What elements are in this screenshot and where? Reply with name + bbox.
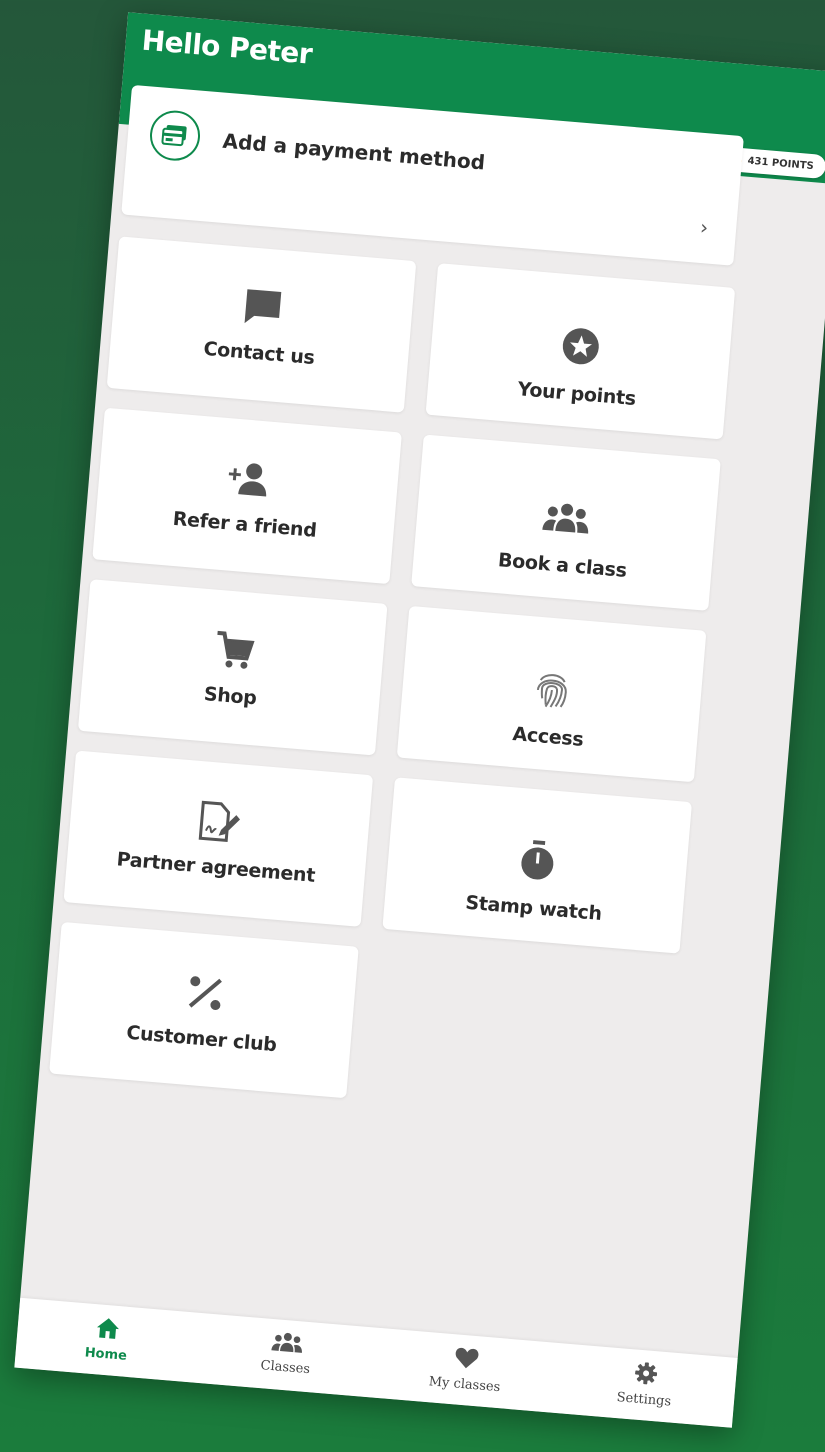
- nav-my-classes[interactable]: My classes: [404, 1330, 528, 1397]
- percent-icon: [55, 960, 355, 1027]
- greeting-title: Hello Peter: [140, 23, 314, 71]
- tile-label: Book a class: [497, 549, 628, 582]
- nav-home-label: Home: [84, 1345, 128, 1364]
- add-payment-method-label: Add a payment method: [221, 128, 487, 175]
- star-circle-icon: [431, 313, 731, 380]
- document-sign-icon: [70, 788, 370, 855]
- nav-settings[interactable]: Settings: [583, 1345, 707, 1412]
- tile-refer-a-friend[interactable]: Refer a friend: [92, 407, 402, 585]
- tile-access[interactable]: Access: [396, 605, 707, 783]
- group-icon: [270, 1332, 303, 1358]
- tile-shop[interactable]: Shop: [77, 579, 388, 756]
- payment-card-icon: [148, 108, 203, 163]
- nav-home[interactable]: Home: [45, 1300, 169, 1367]
- stopwatch-icon: [387, 827, 687, 894]
- tile-customer-club[interactable]: Customer club: [49, 921, 359, 1099]
- fingerprint-icon: [402, 656, 702, 723]
- nav-classes-label: Classes: [259, 1358, 311, 1378]
- tile-label: Stamp watch: [464, 891, 603, 926]
- points-label: 431 POINTS: [747, 155, 815, 172]
- tile-contact-us[interactable]: Contact us: [106, 236, 417, 413]
- bottom-navigation: Home Classes My classes Settings: [14, 1297, 738, 1428]
- tile-label: Access: [511, 723, 585, 751]
- group-icon: [416, 484, 716, 551]
- heart-icon: [454, 1347, 479, 1374]
- nav-classes[interactable]: Classes: [225, 1315, 349, 1380]
- cart-icon: [84, 617, 384, 684]
- tile-book-a-class[interactable]: Book a class: [411, 434, 721, 611]
- home-icon: [95, 1318, 120, 1344]
- tile-partner-agreement[interactable]: Partner agreement: [63, 750, 374, 927]
- app-screen: Hello Peter 431 POINTS Add a payment met…: [14, 12, 825, 1428]
- tile-stamp-watch[interactable]: Stamp watch: [382, 777, 693, 954]
- tile-label: Your points: [516, 378, 637, 411]
- tile-your-points[interactable]: Your points: [425, 263, 736, 440]
- gear-icon: [634, 1362, 658, 1389]
- add-person-icon: [98, 446, 398, 513]
- chat-bubble-icon: [113, 274, 413, 341]
- nav-my-classes-label: My classes: [428, 1374, 501, 1396]
- nav-settings-label: Settings: [616, 1390, 672, 1410]
- chevron-right-icon: ›: [699, 214, 710, 240]
